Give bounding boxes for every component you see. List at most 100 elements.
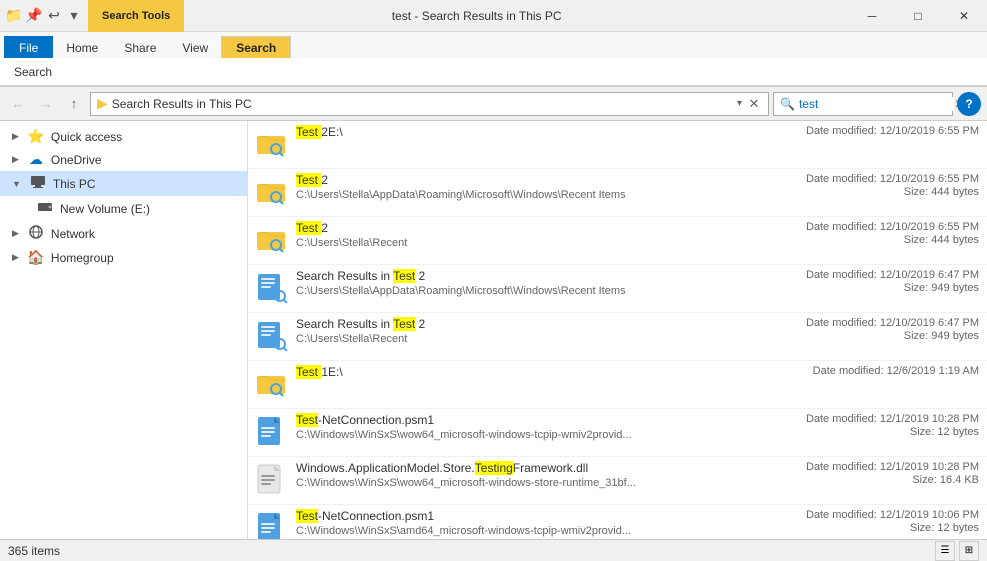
result-info: Test 1E:\ [296,365,779,381]
result-info: Test-NetConnection.psm1 C:\Windows\WinSx… [296,509,779,537]
folder-search-icon [256,175,288,207]
sidebar-item-quick-access[interactable]: ▶ ⭐ Quick access [0,125,247,148]
content-area[interactable]: Test 2E:\ Date modified: 12/10/2019 6:55… [248,121,987,539]
expand-icon: ▶ [12,228,19,239]
sidebar-label-this-pc: This PC [53,177,96,191]
result-name: Test 2E:\ [296,125,779,139]
tab-file[interactable]: File [4,36,53,58]
folder-search-icon [256,223,288,255]
folder-icon: 📁 [6,8,22,24]
ribbon-content: Search [0,58,987,86]
back-button[interactable]: ← [6,92,30,116]
result-meta: Date modified: 12/6/2019 1:19 AM [779,365,979,378]
result-meta: Date modified: 12/10/2019 6:47 PM Size: … [779,317,979,343]
ribbon-tabs: File Home Share View Search [0,32,987,58]
tab-search[interactable]: Search [221,36,291,58]
result-name-text: Test 2 [296,173,328,187]
address-folder-icon: ▶ [97,95,108,112]
item-count: 365 items [8,544,60,558]
result-info: Windows.ApplicationModel.Store.TestingFr… [296,461,779,489]
result-name-text: Test-NetConnection.psm1 [296,509,434,523]
result-name: Test-NetConnection.psm1 [296,413,779,427]
quick-access-icon: 📌 [26,8,42,24]
result-name: Search Results in Test 2 [296,269,779,283]
result-date: Date modified: 12/6/2019 1:19 AM [779,365,979,377]
forward-button[interactable]: → [34,92,58,116]
result-info: Search Results in Test 2 C:\Users\Stella… [296,317,779,345]
result-name-text: Test-NetConnection.psm1 [296,413,434,427]
result-date: Date modified: 12/10/2019 6:55 PM [779,173,979,185]
result-date: Date modified: 12/10/2019 6:55 PM [779,221,979,233]
details-view-button[interactable]: ☰ [935,541,955,561]
result-date: Date modified: 12/10/2019 6:47 PM [779,317,979,329]
sidebar-item-onedrive[interactable]: ▶ ☁ OneDrive [0,148,247,171]
result-size: Size: 444 bytes [779,186,979,198]
search-result-icon [256,271,288,303]
sidebar-label-new-volume: New Volume (E:) [60,202,150,216]
result-item[interactable]: Test 1E:\ Date modified: 12/6/2019 1:19 … [248,361,987,409]
result-date: Date modified: 12/1/2019 10:28 PM [779,413,979,425]
sidebar-item-new-volume[interactable]: New Volume (E:) [0,196,247,221]
sidebar-item-homegroup[interactable]: ▶ 🏠 Homegroup [0,246,247,269]
down-arrow-icon: ▾ [66,8,82,24]
close-button[interactable]: ✕ [941,0,987,32]
address-bar[interactable]: ▶ Search Results in This PC ▾ ✕ [90,92,769,116]
result-item[interactable]: Test 2 C:\Users\Stella\Recent Date modif… [248,217,987,265]
tab-share[interactable]: Share [111,36,169,58]
star-icon: ⭐ [27,128,45,145]
ribbon: File Home Share View Search Search [0,32,987,87]
result-name: Windows.ApplicationModel.Store.TestingFr… [296,461,779,475]
result-name-text: Search Results in Test 2 [296,317,425,331]
result-path: C:\Users\Stella\Recent [296,237,779,249]
result-item[interactable]: Search Results in Test 2 C:\Users\Stella… [248,265,987,313]
dll-icon [256,463,288,495]
search-input[interactable] [799,97,954,111]
result-name: Search Results in Test 2 [296,317,779,331]
result-info: Test 2 C:\Users\Stella\AppData\Roaming\M… [296,173,779,201]
drive-icon [36,199,54,218]
result-item[interactable]: Search Results in Test 2 C:\Users\Stella… [248,313,987,361]
title-bar-controls: ─ □ ✕ [849,0,987,32]
address-clear-button[interactable]: ✕ [746,96,762,112]
address-dropdown-icon[interactable]: ▾ [737,98,742,109]
result-date: Date modified: 12/10/2019 6:47 PM [779,269,979,281]
address-text: Search Results in This PC [112,97,733,111]
result-item[interactable]: Test-NetConnection.psm1 C:\Windows\WinSx… [248,409,987,457]
tab-home[interactable]: Home [53,36,111,58]
result-date: Date modified: 12/1/2019 10:06 PM [779,509,979,521]
result-name-text: Test 1 [296,365,328,379]
result-location: E:\ [328,365,343,379]
result-meta: Date modified: 12/1/2019 10:28 PM Size: … [779,461,979,487]
result-meta: Date modified: 12/10/2019 6:55 PM [779,125,979,138]
sidebar: ▶ ⭐ Quick access ▶ ☁ OneDrive ▼ This PC … [0,121,248,539]
sidebar-item-network[interactable]: ▶ Network [0,221,247,246]
result-name-text: Windows.ApplicationModel.Store.TestingFr… [296,461,588,475]
result-item[interactable]: Test 2 C:\Users\Stella\AppData\Roaming\M… [248,169,987,217]
sidebar-item-this-pc[interactable]: ▼ This PC [0,171,247,196]
result-path: C:\Users\Stella\AppData\Roaming\Microsof… [296,285,779,297]
result-path: C:\Windows\WinSxS\wow64_microsoft-window… [296,429,779,441]
ribbon-search-btn[interactable]: Search [8,63,58,81]
result-item[interactable]: Windows.ApplicationModel.Store.TestingFr… [248,457,987,505]
result-path: C:\Users\Stella\Recent [296,333,779,345]
result-info: Search Results in Test 2 C:\Users\Stella… [296,269,779,297]
large-icons-view-button[interactable]: ⊞ [959,541,979,561]
result-item[interactable]: Test-NetConnection.psm1 C:\Windows\WinSx… [248,505,987,539]
psm-icon [256,415,288,447]
window-title: test - Search Results in This PC [104,9,849,23]
result-item[interactable]: Test 2E:\ Date modified: 12/10/2019 6:55… [248,121,987,169]
result-info: Test 2E:\ [296,125,779,141]
sidebar-label-homegroup: Homegroup [51,251,114,265]
result-meta: Date modified: 12/10/2019 6:55 PM Size: … [779,173,979,199]
up-button[interactable]: ↑ [62,92,86,116]
maximize-button[interactable]: □ [895,0,941,32]
sidebar-label-quick-access: Quick access [51,130,122,144]
result-path: C:\Users\Stella\AppData\Roaming\Microsof… [296,189,779,201]
minimize-button[interactable]: ─ [849,0,895,32]
help-button[interactable]: ? [957,92,981,116]
result-size: Size: 12 bytes [779,426,979,438]
result-location: E:\ [328,125,343,139]
tab-view[interactable]: View [169,36,221,58]
search-box[interactable]: 🔍 ✕ [773,92,953,116]
expand-icon: ▶ [12,154,19,165]
